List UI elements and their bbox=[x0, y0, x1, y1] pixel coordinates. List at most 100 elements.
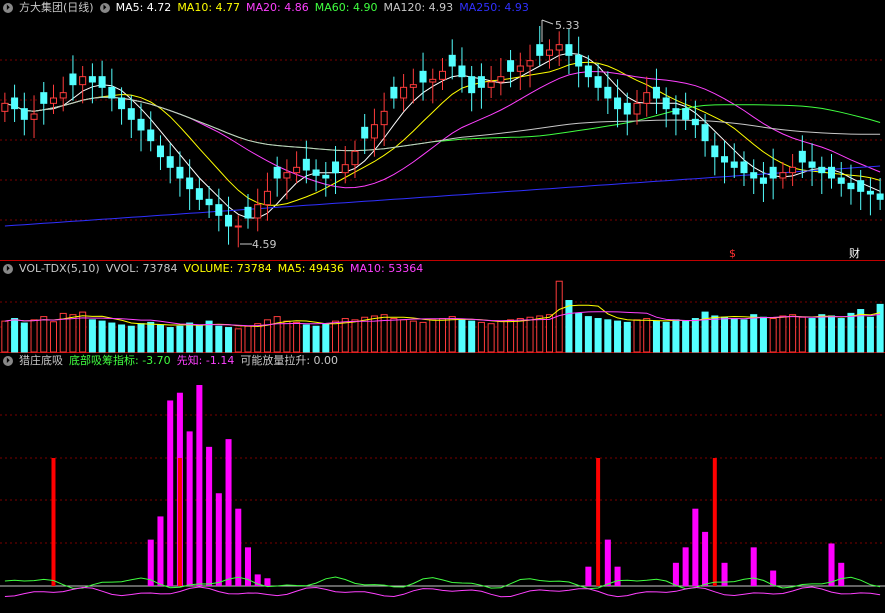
candle-body bbox=[682, 108, 690, 120]
fund-bar bbox=[264, 578, 271, 586]
chart-canvas[interactable]: 5.33 4.59 $ 财 bbox=[0, 0, 885, 613]
volume-bar bbox=[876, 303, 884, 353]
volume-bar bbox=[536, 315, 544, 353]
candle-body bbox=[332, 161, 340, 174]
report-marker[interactable]: 财 bbox=[849, 246, 860, 260]
volume-bar bbox=[69, 314, 77, 353]
candle-body bbox=[40, 92, 48, 104]
volume-bar bbox=[127, 325, 135, 353]
toggle-icon[interactable]: ⏵ bbox=[3, 3, 13, 13]
dividend-marker[interactable]: $ bbox=[729, 247, 736, 260]
volume-bar bbox=[273, 316, 281, 353]
candle-body bbox=[847, 182, 855, 190]
volume-bar bbox=[108, 322, 116, 353]
candle-body bbox=[98, 76, 106, 88]
volume-bar bbox=[312, 325, 320, 353]
volume-bar bbox=[818, 314, 826, 353]
volume-bar bbox=[847, 312, 855, 353]
stock-name: 方大集团 bbox=[19, 1, 63, 14]
volume-bar bbox=[672, 319, 680, 353]
toggle-icon[interactable]: ⏵ bbox=[3, 264, 13, 274]
fund-bar bbox=[196, 385, 203, 586]
volume-bar bbox=[11, 318, 19, 353]
volume-bar bbox=[808, 318, 816, 353]
high-annotation: 5.33 bbox=[541, 19, 580, 42]
candle-body bbox=[244, 206, 252, 219]
signal-bar bbox=[51, 458, 56, 586]
legend-ma60: MA60: 4.90 bbox=[314, 1, 378, 14]
volume-bar bbox=[244, 325, 252, 353]
candle-body bbox=[604, 86, 612, 99]
volume-bar bbox=[322, 323, 330, 353]
volume-bar bbox=[283, 320, 291, 353]
candle-body bbox=[225, 214, 233, 227]
volume-bar bbox=[643, 318, 651, 353]
candle-body bbox=[701, 124, 709, 142]
settings-icon[interactable]: ⏵ bbox=[99, 3, 110, 13]
volume-bar bbox=[186, 322, 194, 353]
legend-xianzhi: 先知: -1.14 bbox=[176, 354, 235, 367]
candle-body bbox=[769, 166, 777, 179]
candle-body bbox=[448, 54, 456, 67]
volume-bar bbox=[30, 319, 38, 353]
candle-body bbox=[458, 65, 466, 78]
volume-bar bbox=[477, 321, 485, 353]
candle-body bbox=[341, 164, 349, 174]
candle-body bbox=[730, 161, 738, 168]
volume-bar bbox=[769, 318, 777, 353]
fund-bar bbox=[604, 539, 611, 586]
candle-body bbox=[468, 76, 476, 94]
volume-bar bbox=[176, 325, 184, 353]
candle-body bbox=[536, 44, 544, 56]
candle-body bbox=[1, 102, 9, 112]
candle-body bbox=[137, 118, 145, 131]
candle-body bbox=[361, 126, 369, 139]
candle-body bbox=[643, 92, 651, 104]
candle-body bbox=[293, 166, 301, 174]
candle-body bbox=[438, 70, 447, 80]
volume-bar bbox=[487, 323, 495, 353]
volume-bar bbox=[866, 316, 874, 353]
candle-body bbox=[147, 129, 155, 142]
candle-body bbox=[584, 65, 592, 78]
fund-bar bbox=[225, 439, 232, 586]
fund-bar bbox=[157, 516, 164, 586]
volume-bar bbox=[827, 315, 836, 353]
candle-body bbox=[526, 60, 534, 67]
volume-bar bbox=[147, 321, 155, 353]
volume-bar bbox=[438, 318, 447, 353]
volume-bar bbox=[166, 327, 174, 353]
volume-bar bbox=[759, 316, 767, 353]
candle-body bbox=[11, 97, 19, 110]
volume-bar bbox=[234, 328, 242, 353]
candle-body bbox=[195, 188, 203, 200]
volume-bar bbox=[711, 315, 719, 353]
volume-bar bbox=[507, 319, 515, 353]
legend-vol-ma5: MA5: 49436 bbox=[277, 262, 345, 275]
volume-bar bbox=[779, 315, 787, 353]
volume-bar bbox=[468, 320, 476, 353]
legend-vol-name: VOL-TDX(5,10) bbox=[19, 262, 100, 275]
candle-body bbox=[721, 156, 729, 163]
volume-bar bbox=[361, 316, 369, 353]
volume-bar bbox=[351, 319, 359, 353]
volume-bar bbox=[302, 324, 310, 353]
volume-bar bbox=[652, 320, 660, 353]
volume-bar bbox=[633, 319, 641, 353]
candle-body bbox=[283, 172, 291, 179]
candle-body bbox=[876, 193, 884, 200]
volume-bar bbox=[575, 312, 583, 353]
candle-body bbox=[652, 86, 660, 99]
candle-body bbox=[662, 97, 670, 110]
vol-legend: ⏵ VOL-TDX(5,10) VVOL: 73784 VOLUME: 7378… bbox=[0, 261, 423, 277]
candle-body bbox=[808, 161, 816, 168]
candle-body bbox=[575, 54, 583, 67]
toggle-icon[interactable]: ⏵ bbox=[3, 356, 13, 366]
fund-bar bbox=[702, 531, 709, 586]
volume-bar bbox=[623, 321, 631, 353]
fund-bar bbox=[585, 566, 592, 586]
volume-bar bbox=[409, 320, 417, 353]
candle-body bbox=[409, 84, 417, 88]
candle-body bbox=[633, 102, 641, 115]
volume-bar bbox=[40, 316, 48, 353]
